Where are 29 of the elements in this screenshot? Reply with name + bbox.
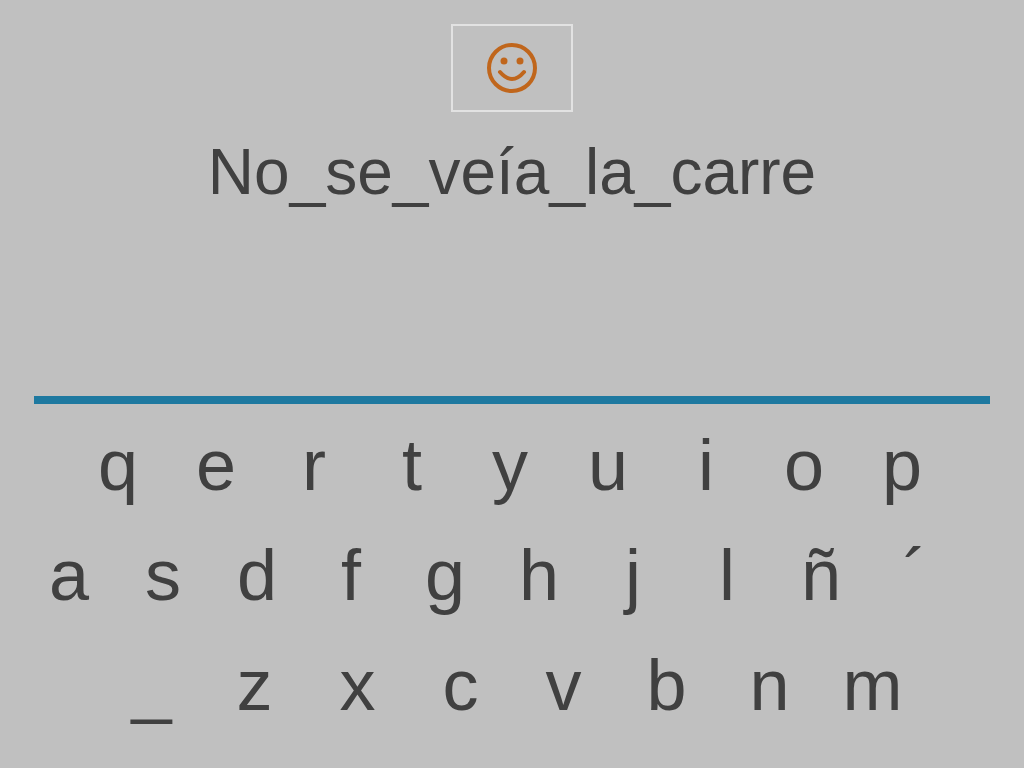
- letter-key[interactable]: m: [832, 644, 913, 726]
- letter-key[interactable]: ñ: [781, 534, 861, 616]
- letter-key[interactable]: d: [217, 534, 297, 616]
- letter-key[interactable]: t: [372, 424, 452, 506]
- smiley-icon: [486, 42, 538, 94]
- letter-key[interactable]: a: [29, 534, 109, 616]
- letter-key[interactable]: h: [499, 534, 579, 616]
- letter-key[interactable]: c: [420, 644, 501, 726]
- letter-key[interactable]: l: [687, 534, 767, 616]
- letter-key[interactable]: ´: [875, 534, 955, 616]
- letter-key[interactable]: y: [470, 424, 550, 506]
- letter-key[interactable]: i: [666, 424, 746, 506]
- letter-key[interactable]: _: [111, 644, 192, 726]
- letter-key[interactable]: e: [176, 424, 256, 506]
- letter-key[interactable]: x: [317, 644, 398, 726]
- letter-key[interactable]: p: [862, 424, 942, 506]
- letter-key[interactable]: u: [568, 424, 648, 506]
- letter-key[interactable]: s: [123, 534, 203, 616]
- answer-text: No_se_veía_la_carre: [207, 135, 817, 210]
- letter-key[interactable]: n: [729, 644, 810, 726]
- letter-key[interactable]: v: [523, 644, 604, 726]
- letter-key[interactable]: j: [593, 534, 673, 616]
- letter-key[interactable]: o: [764, 424, 844, 506]
- letter-key[interactable]: r: [274, 424, 354, 506]
- letter-key[interactable]: b: [626, 644, 707, 726]
- letter-key[interactable]: q: [78, 424, 158, 506]
- letter-key[interactable]: g: [405, 534, 485, 616]
- letter-key[interactable]: f: [311, 534, 391, 616]
- letter-key[interactable]: z: [214, 644, 295, 726]
